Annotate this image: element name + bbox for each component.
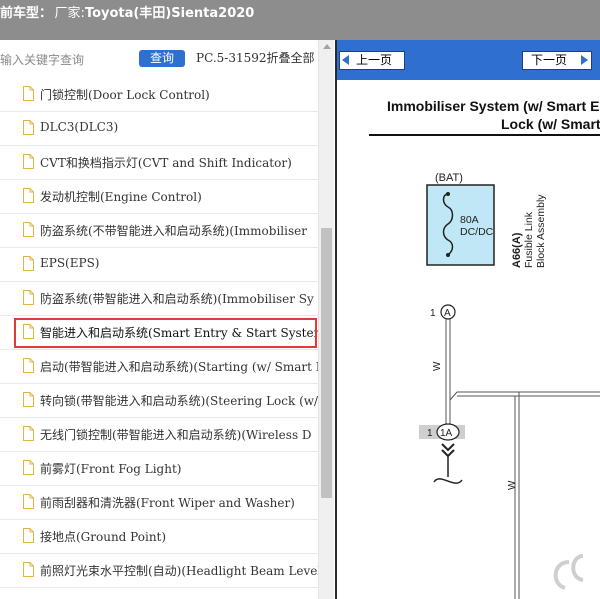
tree-item[interactable]: 防盗系统(不带智能进入和启动系统)(Immobiliser <box>0 214 318 248</box>
fuse-name-2: Block Assembly <box>535 194 547 268</box>
document-icon <box>23 358 34 373</box>
tree-item[interactable]: 智能进入和启动系统(Smart Entry & Start System) <box>0 316 318 350</box>
arrow-left-icon <box>342 55 349 65</box>
wire-break-icon <box>433 478 463 484</box>
scroll-up-arrow-icon[interactable] <box>323 44 331 49</box>
fuse-terminal-bottom <box>446 253 450 257</box>
document-icon <box>23 188 34 203</box>
search-button[interactable]: 查询 <box>139 50 185 67</box>
tree-item[interactable]: 发动机控制(Engine Control) <box>0 180 318 214</box>
pin-2-label: 1 <box>427 428 433 439</box>
left-panel: 查询 PC.5-31592折叠全部 门锁控制(Door Lock Control… <box>0 40 334 599</box>
document-icon <box>23 86 34 101</box>
tree-item-label: 发动机控制(Engine Control) <box>40 190 202 204</box>
tree-item-label: 前雨刮器和清洗器(Front Wiper and Washer) <box>40 496 295 510</box>
document-icon <box>23 324 34 339</box>
search-input[interactable] <box>0 50 132 70</box>
tree-item-label: DLC3(DLC3) <box>40 120 119 134</box>
arrow-right-icon <box>581 55 588 65</box>
wire-color-1: W <box>432 361 443 371</box>
tree-item[interactable]: 转向锁(带智能进入和启动系统)(Steering Lock (w/ <box>0 384 318 418</box>
tree-item-label: 前照灯光束水平控制(自动)(Headlight Beam Level <box>40 564 318 578</box>
fuse-type: DC/DC <box>460 226 494 238</box>
tree-item[interactable]: DLC3(DLC3) <box>0 112 318 146</box>
wire-color-2: W <box>507 480 518 490</box>
document-icon <box>23 426 34 441</box>
tree-item-label: CVT和换档指示灯(CVT and Shift Indicator) <box>40 156 292 170</box>
tree-item-label: 无线门锁控制(带智能进入和启动系统)(Wireless D <box>40 428 312 442</box>
next-page-button[interactable]: 下一页 <box>522 51 592 70</box>
fuse-terminal-top <box>446 192 450 196</box>
tree-item[interactable]: CVT和换档指示灯(CVT and Shift Indicator) <box>0 146 318 180</box>
document-icon <box>23 392 34 407</box>
tree-item-label: 接地点(Ground Point) <box>40 530 167 544</box>
document-icon <box>23 120 34 135</box>
tree-item-label: 防盗系统(不带智能进入和启动系统)(Immobiliser <box>40 224 307 238</box>
search-row: 查询 PC.5-31592折叠全部 <box>0 40 318 76</box>
document-icon <box>23 528 34 543</box>
title-maker-label: 厂家: <box>54 6 85 21</box>
tree-item[interactable]: EPS(EPS) <box>0 248 318 282</box>
tree-item-label: 转向锁(带智能进入和启动系统)(Steering Lock (w/ <box>40 394 318 408</box>
pc-info-text: PC.5-31592折叠全部 <box>196 51 315 65</box>
document-icon <box>23 222 34 237</box>
tree-item[interactable]: 前雨刮器和清洗器(Front Wiper and Washer) <box>0 486 318 520</box>
tree-item-label: 门锁控制(Door Lock Control) <box>40 88 210 102</box>
tree-item-label: 防盗系统(带智能进入和启动系统)(Immobiliser Sy <box>40 292 314 306</box>
tree-item[interactable]: 前雾灯(Front Fog Light) <box>0 452 318 486</box>
watermark-logo-icon <box>553 554 584 590</box>
tree-item-label: 智能进入和启动系统(Smart Entry & Start System) <box>40 326 318 340</box>
fuse-name-1: Fusible Link <box>523 211 535 268</box>
title-prefix: 前车型： <box>0 6 53 21</box>
scroll-thumb[interactable] <box>321 228 332 498</box>
tree-item[interactable]: 门锁控制(Door Lock Control) <box>0 78 318 112</box>
connector-1a-label: 1A <box>440 428 453 439</box>
bat-label: (BAT) <box>435 172 463 184</box>
document-icon <box>23 494 34 509</box>
wire-segment <box>449 391 458 401</box>
tree-item[interactable]: 前照灯光束水平控制(自动)(Headlight Beam Level <box>0 554 318 588</box>
document-icon <box>23 562 34 577</box>
tree-item-label: 启动(带智能进入和启动系统)(Starting (w/ Smart E <box>40 360 318 374</box>
tree-scrollbar[interactable] <box>318 40 334 599</box>
prev-page-button[interactable]: 上一页 <box>339 51 405 70</box>
tree-item-label: 前雾灯(Front Fog Light) <box>40 462 182 476</box>
tree-item[interactable]: 接地点(Ground Point) <box>0 520 318 554</box>
fuse-rating: 80A <box>460 214 479 226</box>
fuse-code: A66(A) <box>511 232 523 268</box>
prev-page-label: 上一页 <box>356 53 393 67</box>
diagram-viewer: 上一页 下一页 Immobiliser System (w/ Smart E L… <box>335 40 600 599</box>
connector-arrow-icon <box>441 443 455 458</box>
diagram-title-line-2: Lock (w/ Smart <box>501 116 600 132</box>
tree-list: 门锁控制(Door Lock Control) DLC3(DLC3) CVT和换档指… <box>0 78 318 599</box>
document-icon <box>23 460 34 475</box>
document-icon <box>23 256 34 271</box>
tree-item[interactable]: 无线门锁控制(带智能进入和启动系统)(Wireless D <box>0 418 318 452</box>
window-title-bar: 前车型： 厂家:Toyota(丰田)Sienta2020 <box>0 0 600 40</box>
connector-a-label: A <box>444 308 451 319</box>
title-model: Toyota(丰田)Sienta2020 <box>84 6 255 21</box>
pin-1-label: 1 <box>430 308 436 319</box>
viewer-nav-bar: 上一页 下一页 <box>337 40 600 80</box>
tree-item[interactable]: 防盗系统(带智能进入和启动系统)(Immobiliser Sy <box>0 282 318 316</box>
document-icon <box>23 290 34 305</box>
tree-item-label: EPS(EPS) <box>40 256 100 270</box>
diagram-title-line-1: Immobiliser System (w/ Smart E <box>387 98 600 114</box>
document-icon <box>23 154 34 169</box>
tree-item[interactable]: 启动(带智能进入和启动系统)(Starting (w/ Smart E <box>0 350 318 384</box>
wiring-diagram: (BAT) 80A DC/DC A66(A) Fusible Link Bloc… <box>369 134 600 599</box>
next-page-label: 下一页 <box>531 53 568 67</box>
